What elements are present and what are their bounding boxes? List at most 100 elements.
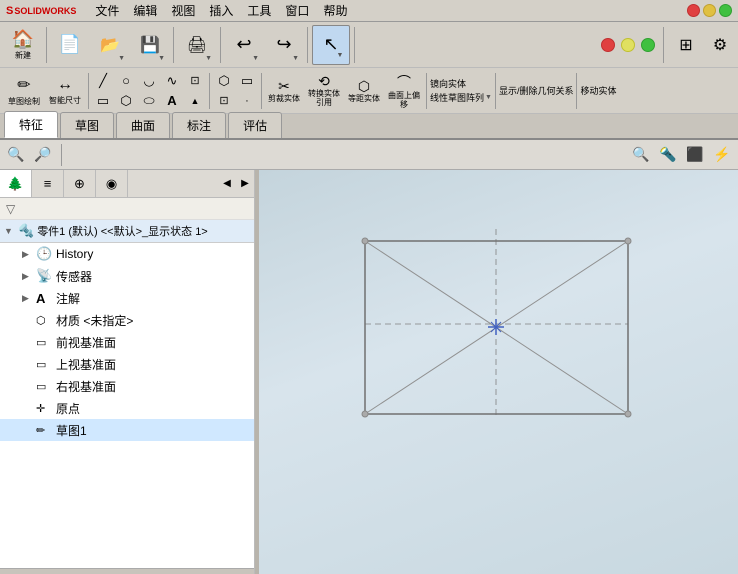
annotations-icon: A [36, 291, 54, 306]
btn-offset[interactable]: ⬡ 等距实体 [345, 71, 383, 111]
annotations-expander: ▶ [22, 293, 36, 304]
tree-item-front-plane[interactable]: ▭ 前视基准面 [0, 331, 254, 353]
btn-spline[interactable]: ∿ [161, 71, 183, 90]
btn-convert[interactable]: ⟲ 转换实体引用 [305, 71, 343, 111]
origin-icon: ✛ [36, 402, 54, 415]
btn-save[interactable]: 💾 ▼ [131, 25, 169, 65]
btn-zoom-fit[interactable]: 🔍 [4, 143, 28, 167]
btn-select[interactable]: ↖ ▼ [312, 25, 350, 65]
btn-text[interactable]: A [161, 91, 183, 110]
menu-bar: 文件 编辑 视图 插入 工具 窗口 帮助 [88, 0, 354, 21]
btn-settings[interactable]: ⚙ [706, 31, 734, 59]
tree-item-top-plane[interactable]: ▭ 上视基准面 [0, 353, 254, 375]
btn-shape2[interactable]: ▲ [184, 91, 206, 110]
sketch1-label: 草图1 [56, 422, 87, 439]
tree-item-annotations[interactable]: ▶ A 注解 [0, 287, 254, 309]
tree-root-label: 零件1 (默认) <<默认>_显示状态 1> [37, 223, 208, 239]
tree-item-material[interactable]: ⬡ 材质 <未指定> [0, 309, 254, 331]
btn-view-settings2[interactable]: 🔦 [656, 143, 680, 167]
traffic-light-green [641, 38, 655, 52]
tree-item-right-plane[interactable]: ▭ 右视基准面 [0, 375, 254, 397]
fm-tab-config[interactable]: ⊕ [64, 170, 96, 197]
history-icon: 🕒 [36, 246, 54, 262]
btn-surface-offset[interactable]: ⌒ 曲面上偏移 [385, 71, 423, 111]
menu-insert[interactable]: 插入 [202, 0, 240, 21]
vertical-resize-handle[interactable] [255, 170, 259, 574]
tab-sketch[interactable]: 草图 [60, 112, 114, 138]
right-plane-icon: ▭ [36, 380, 54, 393]
fm-tab-properties[interactable]: ≡ [32, 170, 64, 197]
tree-content: ▶ 🕒 History ▶ 📡 传感器 ▶ A 注解 [0, 243, 254, 568]
traffic-light-red [601, 38, 615, 52]
btn-show-hide[interactable]: 显示/删除几何关系 [499, 84, 574, 97]
btn-line[interactable]: ╱ [92, 71, 114, 90]
panel-resize-handle[interactable] [0, 568, 254, 574]
tab-annotation[interactable]: 标注 [172, 112, 226, 138]
fm-tab-bar: 🌲 ≡ ⊕ ◉ ◀ ▶ [0, 170, 254, 198]
fm-nav-next[interactable]: ▶ [236, 170, 254, 197]
menu-edit[interactable]: 编辑 [126, 0, 164, 21]
btn-circle[interactable]: ○ [115, 71, 137, 90]
btn-ellipse[interactable]: ⬭ [138, 91, 160, 110]
btn-hexagon[interactable]: ⬡ [213, 71, 235, 90]
right-plane-label: 右视基准面 [56, 378, 116, 395]
btn-view-settings4[interactable]: ⚡ [710, 143, 734, 167]
filter-bar: ▽ [0, 198, 254, 220]
btn-grid-view[interactable]: ⊞ [672, 31, 700, 59]
btn-point[interactable]: · [236, 91, 258, 110]
btn-view-settings1[interactable]: 🔍 [629, 143, 653, 167]
btn-rect[interactable]: ▭ [92, 91, 114, 110]
menu-file[interactable]: 文件 [88, 0, 126, 21]
canvas-svg [255, 170, 738, 574]
btn-polygon[interactable]: ⬡ [115, 91, 137, 110]
close-btn[interactable] [719, 4, 732, 17]
btn-print[interactable]: 🖨 ▼ [178, 25, 216, 65]
btn-freehand[interactable]: ⊡ [184, 71, 206, 90]
tree-root-item[interactable]: ▼ 🔩 零件1 (默认) <<默认>_显示状态 1> [0, 220, 254, 243]
menu-window[interactable]: 窗口 [278, 0, 316, 21]
tab-evaluate[interactable]: 评估 [228, 112, 282, 138]
btn-zoom-in[interactable]: 🔎 [31, 143, 55, 167]
btn-redo[interactable]: ↪ ▼ [265, 25, 303, 65]
btn-open[interactable]: 📂 ▼ [91, 25, 129, 65]
btn-slot[interactable]: ▭ [236, 71, 258, 90]
material-label: 材质 <未指定> [56, 312, 133, 329]
btn-construction[interactable]: ⊡ [213, 91, 235, 110]
sensors-label: 传感器 [56, 268, 92, 285]
menu-view[interactable]: 视图 [164, 0, 202, 21]
tab-features[interactable]: 特征 [4, 111, 58, 138]
tree-item-history[interactable]: ▶ 🕒 History [0, 243, 254, 265]
toolbar-row1: 🏠 新建 📄 📂 ▼ 💾 ▼ 🖨 ▼ ↩ ▼ ↪ ▼ [0, 22, 738, 68]
front-plane-label: 前视基准面 [56, 334, 116, 351]
toolbar-row2: ✏ 草图绘制 ↔ 智能尺寸 ╱ ○ ◡ ∿ ⊡ ▭ ⬡ ⬭ A ▲ [0, 68, 738, 114]
tab-surface[interactable]: 曲面 [116, 112, 170, 138]
menu-help[interactable]: 帮助 [316, 0, 354, 21]
btn-sketch-draw[interactable]: ✏ 草图绘制 [4, 71, 44, 111]
fm-nav-prev[interactable]: ◀ [218, 170, 236, 197]
view-subtoolbar: 🔍 🔎 🔍 🔦 ⬛ ⚡ [0, 140, 738, 170]
menu-tools[interactable]: 工具 [240, 0, 278, 21]
tree-item-sensors[interactable]: ▶ 📡 传感器 [0, 265, 254, 287]
traffic-light-yellow [621, 38, 635, 52]
btn-trim[interactable]: ✂ 剪裁实体 [265, 71, 303, 111]
root-expand-icon: ▼ [4, 226, 18, 236]
maximize-btn[interactable] [703, 4, 716, 17]
filter-icon: ▽ [6, 202, 15, 216]
canvas-area [255, 170, 738, 574]
btn-new[interactable]: 🏠 新建 [4, 25, 42, 65]
minimize-btn[interactable] [687, 4, 700, 17]
tree-item-origin[interactable]: ✛ 原点 [0, 397, 254, 419]
btn-view-settings3[interactable]: ⬛ [683, 143, 707, 167]
tab-bar: 特征 草图 曲面 标注 评估 [0, 114, 738, 140]
history-expander: ▶ [22, 249, 36, 260]
btn-smart-dim[interactable]: ↔ 智能尺寸 [45, 71, 85, 111]
sketch1-icon: ✏ [36, 424, 54, 437]
btn-move[interactable]: 移动实体 [580, 84, 616, 97]
btn-file-icon[interactable]: 📄 [51, 25, 89, 65]
sensors-icon: 📡 [36, 268, 54, 284]
tree-item-sketch1[interactable]: ✏ 草图1 [0, 419, 254, 441]
fm-tab-tree[interactable]: 🌲 [0, 170, 32, 197]
fm-tab-display[interactable]: ◉ [96, 170, 128, 197]
btn-undo[interactable]: ↩ ▼ [225, 25, 263, 65]
btn-arc[interactable]: ◡ [138, 71, 160, 90]
